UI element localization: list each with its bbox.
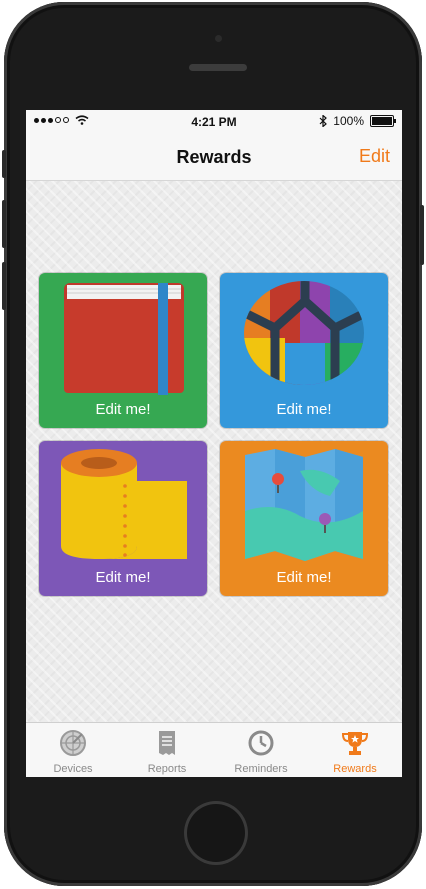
clock-icon xyxy=(248,730,274,756)
reward-tile-notebook[interactable]: Edit me! xyxy=(39,273,207,428)
front-camera xyxy=(215,35,222,42)
reward-label: Edit me! xyxy=(276,569,332,586)
power-button xyxy=(420,205,424,265)
home-button[interactable] xyxy=(184,801,248,865)
earpiece-speaker xyxy=(189,64,247,71)
reward-label: Edit me! xyxy=(95,569,151,586)
tab-label: Devices xyxy=(53,763,93,775)
tab-devices[interactable]: Devices xyxy=(26,723,120,777)
mute-switch xyxy=(2,150,6,178)
screen: 4:21 PM 100% Rewards Edit Edit me! Edit … xyxy=(26,110,402,777)
toilet-paper-icon xyxy=(61,449,187,559)
bluetooth-icon xyxy=(319,115,328,127)
edit-button[interactable]: Edit xyxy=(359,146,390,167)
battery-percent: 100% xyxy=(333,114,364,128)
radar-icon xyxy=(60,730,86,756)
reward-label: Edit me! xyxy=(95,401,151,418)
tab-label: Reports xyxy=(147,763,187,775)
tab-label: Reminders xyxy=(234,763,288,775)
receipt-icon xyxy=(159,731,175,755)
tab-rewards[interactable]: Rewards xyxy=(308,723,402,777)
reward-label: Edit me! xyxy=(276,401,332,418)
rewards-grid: Edit me! Edit me! Edit me! Edit me! xyxy=(26,181,402,722)
status-bar: 4:21 PM 100% xyxy=(26,110,402,134)
map-icon xyxy=(245,449,363,561)
battery-icon xyxy=(370,115,396,127)
tab-reminders[interactable]: Reminders xyxy=(214,723,308,777)
navigation-bar: Rewards Edit xyxy=(26,134,402,181)
tab-label: Rewards xyxy=(333,763,377,775)
tab-bar: Devices Reports Reminders Rewards xyxy=(26,722,402,777)
volume-up-button xyxy=(2,200,6,248)
globe-icon xyxy=(244,281,364,385)
tab-reports[interactable]: Reports xyxy=(120,723,214,777)
page-title: Rewards xyxy=(176,147,252,167)
reward-tile-map[interactable]: Edit me! xyxy=(220,441,388,596)
notebook-icon xyxy=(64,283,184,395)
reward-tile-toilet-paper[interactable]: Edit me! xyxy=(39,441,207,596)
trophy-icon xyxy=(341,732,369,755)
volume-down-button xyxy=(2,262,6,310)
reward-tile-globe[interactable]: Edit me! xyxy=(220,273,388,428)
